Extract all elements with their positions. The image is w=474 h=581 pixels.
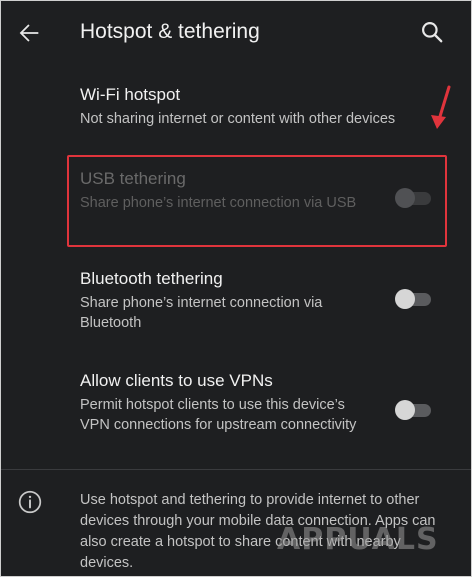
setting-subtitle: Not sharing internet or content with oth… xyxy=(80,111,396,127)
setting-title: Allow clients to use VPNs xyxy=(80,371,273,390)
arrow-left-icon[interactable] xyxy=(15,19,43,47)
annotation-highlight-box xyxy=(67,155,447,247)
allow-vpns-toggle[interactable] xyxy=(395,400,431,420)
settings-item-wifi-hotspot[interactable]: Wi-Fi hotspot Not sharing internet or co… xyxy=(1,81,471,141)
setting-title: Bluetooth tethering xyxy=(80,269,223,288)
search-icon[interactable] xyxy=(419,19,445,45)
page-title: Hotspot & tethering xyxy=(80,20,260,43)
settings-screen: Hotspot & tethering Wi-Fi hotspot Not sh… xyxy=(0,0,472,577)
settings-item-allow-vpns[interactable]: Allow clients to use VPNs Permit hotspot… xyxy=(1,365,471,461)
annotation-arrow-icon xyxy=(431,85,451,129)
settings-item-bluetooth-tethering[interactable]: Bluetooth tethering Share phone’s intern… xyxy=(1,263,471,339)
bluetooth-tethering-toggle[interactable] xyxy=(395,289,431,309)
setting-subtitle: Share phone’s internet connection via Bl… xyxy=(80,295,323,331)
toggle-thumb xyxy=(395,289,415,309)
watermark-text: APPUALS xyxy=(277,522,439,557)
setting-title: Wi-Fi hotspot xyxy=(80,85,181,104)
watermark-logo: APPUALS xyxy=(277,520,453,564)
toggle-thumb xyxy=(395,400,415,420)
info-icon xyxy=(18,490,42,514)
section-divider xyxy=(1,469,471,470)
app-bar: Hotspot & tethering xyxy=(1,1,471,67)
setting-subtitle: Permit hotspot clients to use this devic… xyxy=(80,397,357,433)
